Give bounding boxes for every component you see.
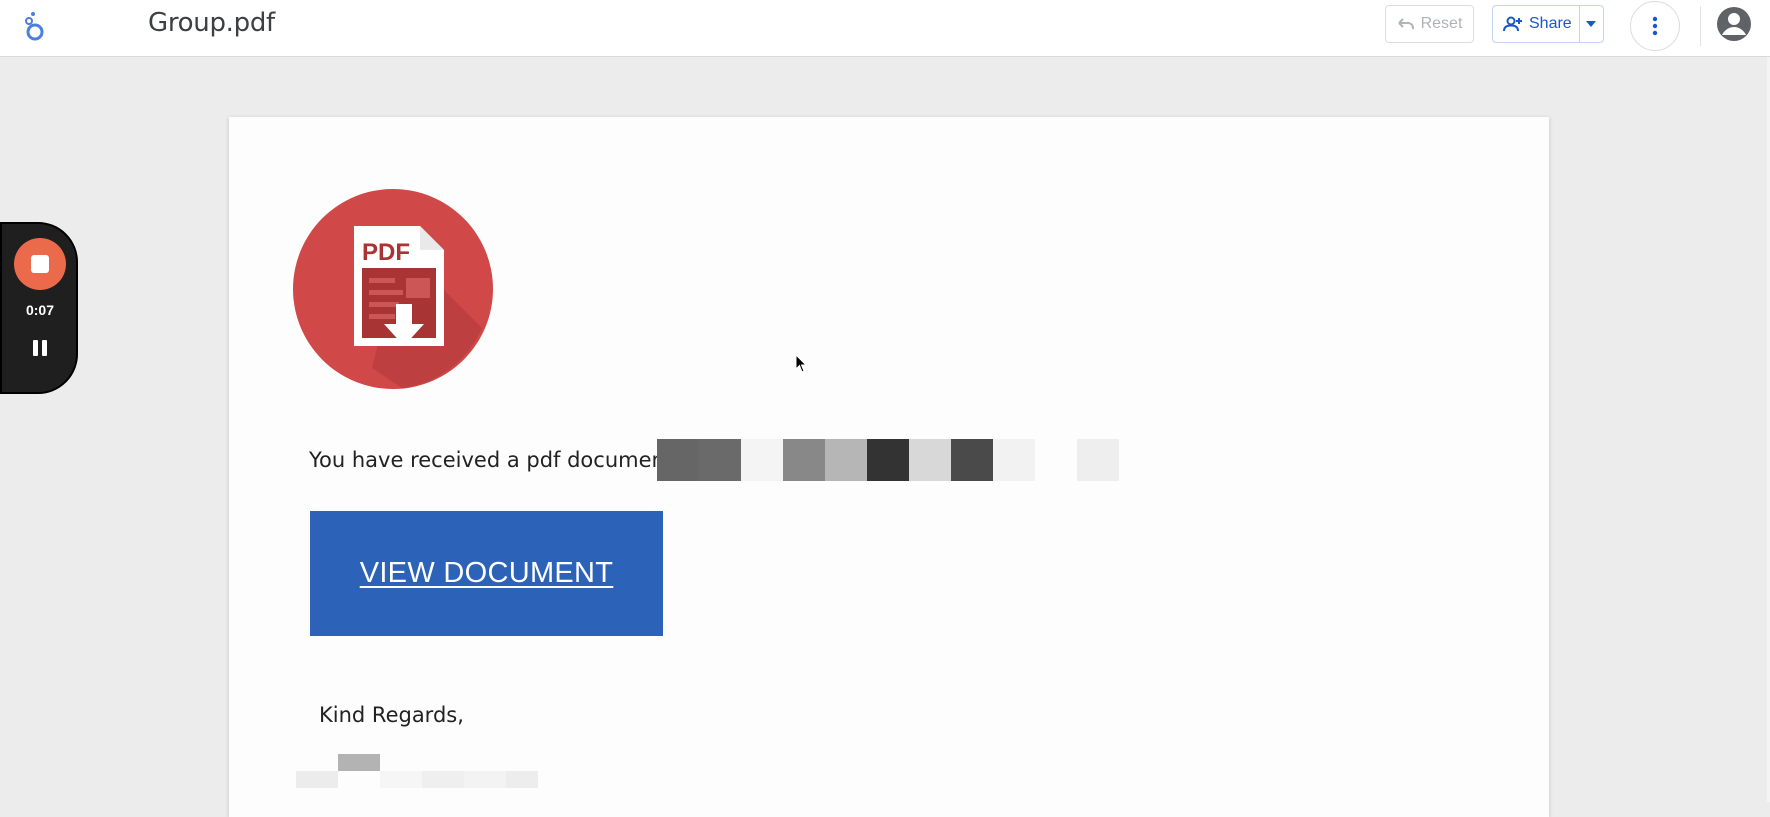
- document-title: Group.pdf: [148, 8, 275, 38]
- share-dropdown-button[interactable]: [1578, 6, 1603, 42]
- received-message: You have received a pdf document f: [309, 448, 688, 472]
- reset-label: Reset: [1420, 15, 1463, 32]
- signoff-text: Kind Regards,: [319, 703, 464, 727]
- more-options-button[interactable]: [1630, 1, 1680, 51]
- pause-recording-button[interactable]: [30, 340, 50, 360]
- screen-recorder-widget: 0:07: [0, 222, 78, 394]
- pdf-download-icon: PDF: [293, 189, 493, 389]
- top-bar: Group.pdf Reset Share: [0, 0, 1770, 57]
- view-document-label: VIEW DOCUMENT: [359, 557, 614, 589]
- redacted-sender: [657, 439, 1119, 481]
- view-document-button[interactable]: VIEW DOCUMENT: [310, 511, 663, 636]
- pause-icon: [33, 340, 38, 356]
- app-logo-icon[interactable]: [22, 10, 48, 42]
- reset-button[interactable]: Reset: [1385, 5, 1474, 43]
- document-page: PDF You have received a pdf document f V…: [229, 117, 1549, 817]
- caret-down-icon: [1586, 21, 1597, 27]
- share-button[interactable]: Share: [1492, 5, 1604, 43]
- pdf-badge-text: PDF: [362, 239, 410, 266]
- add-person-icon: [1503, 16, 1522, 32]
- stop-recording-button[interactable]: [14, 238, 66, 290]
- header-divider: [1700, 6, 1701, 46]
- redacted-signature: [296, 754, 538, 788]
- account-avatar-icon[interactable]: [1716, 6, 1752, 42]
- more-vert-icon: [1652, 16, 1658, 36]
- recording-timer: 0:07: [25, 302, 55, 318]
- undo-icon: [1397, 18, 1414, 29]
- stop-icon: [31, 255, 49, 273]
- share-main[interactable]: Share: [1493, 6, 1579, 42]
- share-label: Share: [1529, 15, 1572, 32]
- mouse-cursor-icon: [795, 354, 808, 373]
